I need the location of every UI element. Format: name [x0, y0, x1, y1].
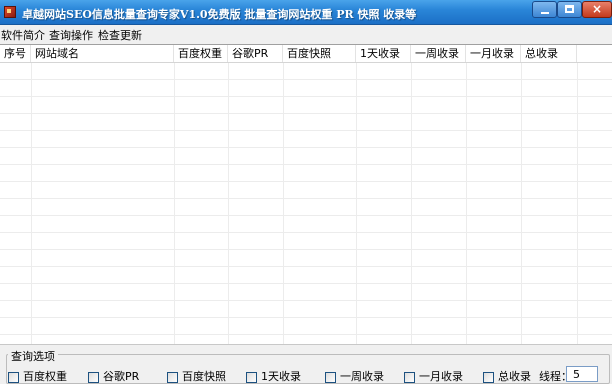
- maximize-icon: [565, 5, 574, 13]
- col-header-1week[interactable]: 一周收录: [411, 45, 466, 62]
- option-1week[interactable]: 一周收录: [325, 368, 384, 384]
- col-header-baidu-weight[interactable]: 百度权重: [174, 45, 228, 62]
- app-icon: [4, 6, 16, 18]
- query-options-label: 查询选项: [8, 348, 58, 364]
- checkbox[interactable]: [246, 371, 257, 383]
- menu-bar: 软件简介 查询操作 检查更新: [0, 25, 612, 43]
- checkbox[interactable]: [483, 371, 494, 383]
- column-divider: [356, 63, 357, 344]
- results-table[interactable]: 序号 网站域名 百度权重 谷歌PR 百度快照 1天收录 一周收录 一月收录 总收…: [0, 44, 612, 345]
- col-header-total[interactable]: 总收录: [521, 45, 577, 62]
- window-title: 卓越网站SEO信息批量查询专家V1.0免费版 批量查询网站权重 PR 快照 收录…: [22, 8, 417, 21]
- option-label: 总收录: [498, 370, 531, 383]
- table-body: [0, 63, 612, 344]
- col-header-baidu-snapshot[interactable]: 百度快照: [283, 45, 356, 62]
- close-button[interactable]: ×: [582, 1, 612, 18]
- option-label: 一周收录: [340, 370, 384, 383]
- option-1month[interactable]: 一月收录: [404, 368, 463, 384]
- checkbox[interactable]: [88, 371, 99, 383]
- menu-query-ops[interactable]: 查询操作: [49, 27, 93, 43]
- column-divider: [577, 63, 578, 344]
- table-header: 序号 网站域名 百度权重 谷歌PR 百度快照 1天收录 一周收录 一月收录 总收…: [0, 45, 612, 63]
- col-header-index[interactable]: 序号: [0, 45, 31, 62]
- checkbox[interactable]: [404, 371, 415, 383]
- menu-software-intro[interactable]: 软件简介: [1, 27, 45, 43]
- option-label: 谷歌PR: [103, 370, 140, 383]
- option-label: 一月收录: [419, 370, 463, 383]
- option-label: 百度快照: [182, 370, 226, 383]
- close-icon: ×: [591, 2, 603, 16]
- menu-check-update[interactable]: 检查更新: [98, 27, 142, 43]
- thread-count-input[interactable]: [566, 366, 598, 382]
- column-divider: [411, 63, 412, 344]
- option-google-pr[interactable]: 谷歌PR: [88, 368, 139, 384]
- col-header-google-pr[interactable]: 谷歌PR: [228, 45, 283, 62]
- option-total[interactable]: 总收录: [483, 368, 531, 384]
- minimize-icon: [541, 12, 549, 14]
- column-divider: [31, 63, 32, 344]
- maximize-button[interactable]: [557, 1, 582, 18]
- col-header-1day[interactable]: 1天收录: [356, 45, 411, 62]
- column-divider: [174, 63, 175, 344]
- query-options-panel: 查询选项 百度权重 谷歌PR 百度快照 1天收录 一周收录 一月收录 总收录 线…: [0, 345, 612, 384]
- checkbox[interactable]: [8, 371, 19, 383]
- column-divider: [283, 63, 284, 344]
- option-baidu-snapshot[interactable]: 百度快照: [167, 368, 226, 384]
- option-1day[interactable]: 1天收录: [246, 368, 301, 384]
- option-label: 1天收录: [261, 370, 301, 383]
- checkbox[interactable]: [325, 371, 336, 383]
- option-baidu-weight[interactable]: 百度权重: [8, 368, 67, 384]
- minimize-button[interactable]: [532, 1, 557, 18]
- title-bar: 卓越网站SEO信息批量查询专家V1.0免费版 批量查询网站权重 PR 快照 收录…: [0, 0, 612, 25]
- col-header-1month[interactable]: 一月收录: [466, 45, 521, 62]
- col-header-domain[interactable]: 网站域名: [31, 45, 174, 62]
- option-label: 百度权重: [23, 370, 67, 383]
- column-divider: [521, 63, 522, 344]
- checkbox[interactable]: [167, 371, 178, 383]
- column-divider: [466, 63, 467, 344]
- column-divider: [228, 63, 229, 344]
